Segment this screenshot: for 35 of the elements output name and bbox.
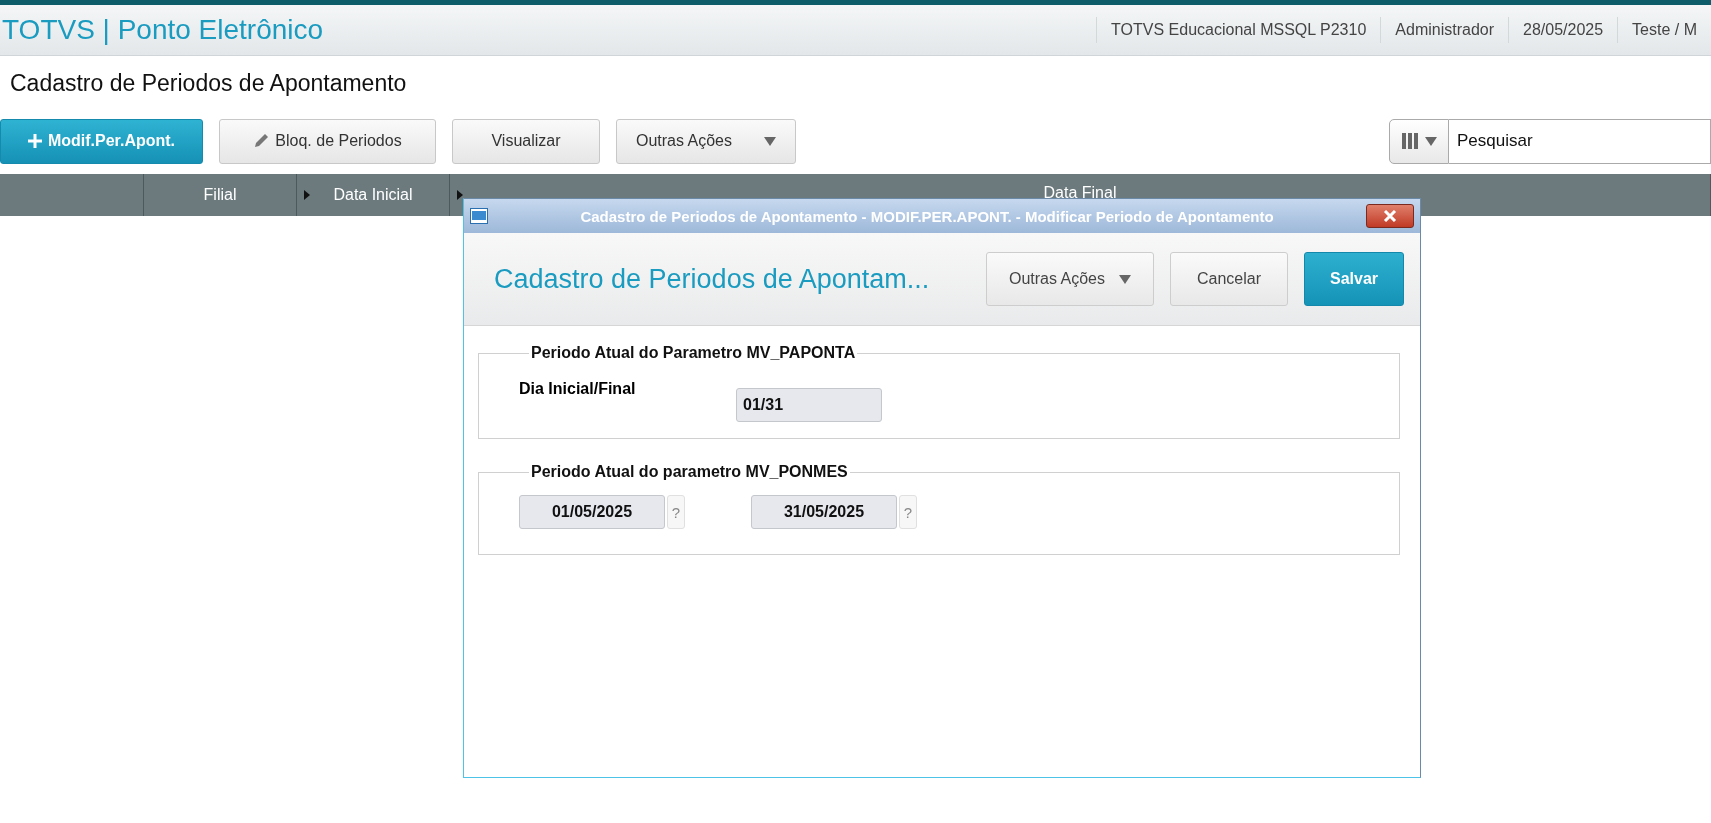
column-header[interactable]: Data Inicial [333, 186, 413, 204]
dialog-title: Cadastro de Periodos de Apontamento - MODIF.PER.APONT. - Modificar Periodo de Apontamento [579, 207, 1275, 225]
close-button[interactable] [1366, 204, 1414, 228]
view-button[interactable]: Visualizar [452, 118, 600, 164]
header-item[interactable]: Administrador [1380, 17, 1508, 43]
pencil-icon [253, 133, 270, 149]
more-actions-button[interactable]: Outras Ações [616, 118, 796, 164]
page-title: Cadastro de Periodos de Apontamento [10, 70, 407, 96]
field-label: Dia Inicial/Final [519, 379, 637, 398]
window-icon [470, 208, 488, 224]
column-header[interactable]: Data Final [1043, 184, 1117, 202]
arrow-icon [457, 190, 463, 200]
search-field[interactable]: Pesquisar [1449, 118, 1711, 164]
dialog-heading: Cadastro de Periodos de Apontam... [494, 263, 931, 295]
header-item[interactable]: 28/05/2025 [1508, 17, 1618, 43]
column-picker-button[interactable] [1389, 118, 1449, 164]
value-field[interactable]: 31/05/2025 [751, 495, 897, 529]
value-field[interactable]: 01/31 [736, 388, 882, 422]
group-legend: Periodo Atual do parametro MV_PONMES [529, 463, 850, 481]
more-actions-button[interactable]: Outras Ações [986, 252, 1154, 306]
close-icon [1383, 210, 1397, 222]
cancel-button[interactable]: Cancelar [1170, 252, 1288, 306]
header-item[interactable]: TOTVS Educacional MSSQL P2310 [1096, 17, 1381, 43]
arrow-icon [304, 190, 310, 200]
header-item[interactable]: Teste / M [1617, 17, 1711, 43]
caret-icon [1425, 136, 1437, 146]
caret-icon [1119, 274, 1131, 284]
plus-icon [27, 134, 42, 148]
group-legend: Periodo Atual do Parametro MV_PAPONTA [529, 344, 858, 362]
columns-icon [1401, 132, 1419, 150]
caret-icon [764, 136, 776, 146]
column-header[interactable]: Filial [203, 186, 237, 204]
app-title: TOTVS | Ponto Eletrônico [1, 14, 324, 46]
block-button[interactable]: Bloq. de Periodos [219, 118, 436, 164]
value-field[interactable]: 01/05/2025 [519, 495, 665, 529]
